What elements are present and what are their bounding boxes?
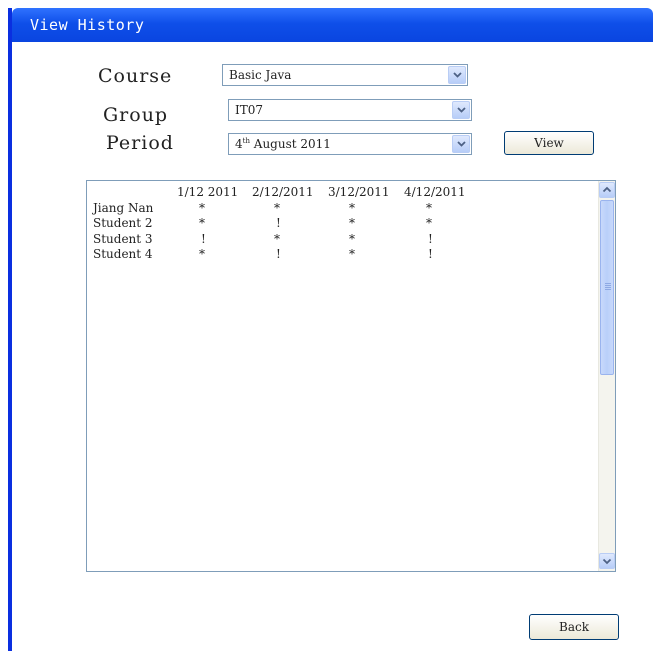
course-label: Course [98,65,173,87]
date-header: 2/12/2011 [252,185,314,199]
table-cell: * [426,216,432,230]
group-label: Group [103,104,169,126]
table-cell: * [426,200,432,215]
title-bar[interactable]: View History [12,8,653,42]
table-cell: ! [428,231,433,246]
arrow-down-icon[interactable] [599,553,615,569]
table-cell: * [274,200,280,215]
grip-line [605,289,611,290]
window-title: View History [30,16,145,34]
group-select[interactable]: IT07 [228,99,472,121]
table-cell: * [199,200,205,215]
period-rest: August 2011 [249,137,331,151]
table-cell: * [199,247,205,261]
course-select[interactable]: Basic Java [222,64,468,86]
course-value: Basic Java [229,68,292,82]
table-cell: * [349,216,355,230]
period-suffix: th [242,137,250,145]
chevron-down-icon[interactable] [448,66,466,84]
student-name: Student 3 [93,231,153,246]
period-label: Period [106,132,174,154]
table-cell: * [199,216,205,230]
grip-line [605,285,611,286]
date-header: 1/12 2011 [177,185,239,199]
chevron-down-icon[interactable] [452,101,470,119]
student-name: Jiang Nan [93,200,154,215]
view-history-window: View History Course Basic Java Group IT0… [8,8,653,651]
grip-line [605,287,611,288]
student-name: Student 2 [93,216,153,230]
student-name: Student 4 [93,247,153,261]
table-cell: ! [276,247,281,261]
chevron-down-icon[interactable] [452,135,470,153]
table-cell: * [349,200,355,215]
table-cell: * [349,247,355,261]
grip-line [605,283,611,284]
scrollbar-thumb[interactable] [600,200,614,375]
group-value: IT07 [235,103,264,117]
table-cell: ! [428,247,433,261]
vertical-scrollbar[interactable] [598,181,615,571]
period-value: 4th August 2011 [235,137,331,151]
period-day: 4 [235,137,243,151]
table-cell: ! [276,216,281,230]
date-header: 3/12/2011 [328,185,390,199]
history-panel[interactable]: 1/12 2011 2/12/2011 3/12/2011 4/12/2011 … [86,180,616,572]
period-select[interactable]: 4th August 2011 [228,133,472,155]
date-header: 4/12/2011 [404,185,466,199]
table-cell: * [274,231,280,246]
back-button[interactable]: Back [529,614,619,640]
table-cell: ! [201,231,206,246]
arrow-up-icon[interactable] [599,182,615,198]
view-button[interactable]: View [504,131,594,155]
table-cell: * [349,231,355,246]
